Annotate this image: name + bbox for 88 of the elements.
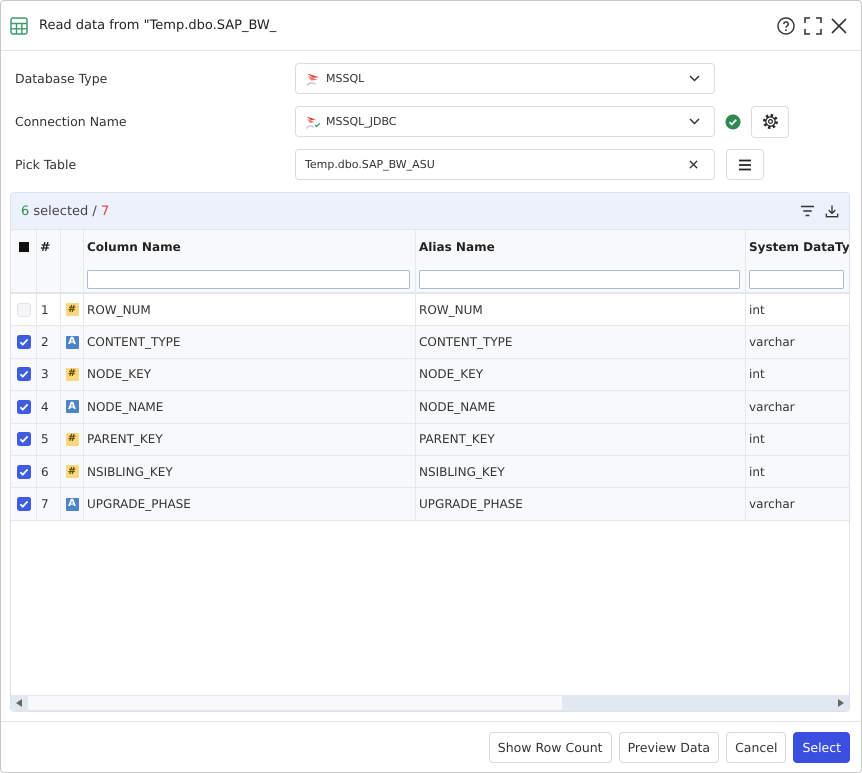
field-label: Database Type: [15, 71, 108, 86]
row-number: 3: [41, 367, 49, 382]
column-header[interactable]: Column Name: [87, 239, 181, 255]
data-type-tag: #: [66, 465, 78, 478]
table-cell: PARENT_KEY: [419, 432, 495, 446]
table-icon: [10, 16, 28, 34]
table-cell: NSIBLING_KEY: [87, 464, 173, 479]
chevron-down-icon: [689, 75, 700, 82]
table-cell: UPGRADE_PHASE: [87, 497, 191, 512]
row-number: 7: [41, 497, 49, 512]
table-cell: int: [749, 432, 765, 446]
table-cell: varchar: [749, 335, 795, 350]
table-cell: varchar: [749, 400, 795, 414]
row-number: 1: [41, 302, 49, 317]
data-type-tag: A: [66, 498, 78, 511]
download-icon[interactable]: [825, 204, 839, 218]
clear-icon[interactable]: [689, 160, 698, 169]
table-cell: int: [749, 464, 765, 479]
table-row[interactable]: 1 # ROW_NUM ROW_NUM int: [11, 294, 849, 326]
settings-button[interactable]: [751, 106, 789, 138]
table-cell: CONTENT_TYPE: [87, 335, 180, 350]
window-title: Read data from "Temp.dbo.SAP_BW_: [39, 18, 276, 33]
database-logo-icon: [305, 114, 321, 130]
table-row[interactable]: 5 # PARENT_KEY PARENT_KEY int: [11, 424, 849, 456]
scrollbar-thumb[interactable]: [28, 696, 562, 710]
data-type-tag: #: [66, 368, 78, 381]
table-cell: ROW_NUM: [87, 302, 151, 317]
row-checkbox[interactable]: [16, 464, 30, 479]
column-header[interactable]: Alias Name: [419, 239, 495, 255]
connection-select[interactable]: MSSQL_JDBC: [295, 106, 715, 137]
database-type-select[interactable]: MSSQL: [295, 63, 715, 94]
row-checkbox[interactable]: [16, 335, 30, 350]
row-number: 2: [41, 335, 49, 350]
table-cell: NSIBLING_KEY: [419, 464, 505, 479]
filter-field[interactable]: [749, 270, 844, 289]
table-cell: ROW_NUM: [419, 302, 483, 317]
row-number: 4: [41, 400, 49, 414]
selection-count: 6 selected / 7: [21, 204, 110, 218]
filter-field[interactable]: [419, 270, 740, 289]
row-checkbox[interactable]: [16, 367, 30, 382]
table-row[interactable]: 3 # NODE_KEY NODE_KEY int: [11, 358, 849, 392]
menu-icon: [738, 158, 752, 170]
scroll-left-icon[interactable]: [16, 699, 22, 707]
table-cell: CONTENT_TYPE: [419, 335, 512, 350]
table-cell: NODE_KEY: [419, 367, 484, 382]
table-row[interactable]: 6 # NSIBLING_KEY NSIBLING_KEY int: [11, 456, 849, 488]
table-cell: PARENT_KEY: [87, 432, 163, 446]
filter-field[interactable]: [87, 270, 410, 289]
database-logo-icon: [305, 70, 321, 86]
close-icon[interactable]: [831, 18, 847, 34]
row-number: 6: [41, 464, 49, 479]
secondary-button[interactable]: Cancel: [726, 732, 786, 762]
row-checkbox[interactable]: [16, 497, 30, 512]
field-label: Pick Table: [15, 157, 78, 172]
data-type-tag: #: [66, 303, 78, 316]
chevron-down-icon: [689, 118, 700, 125]
primary-button[interactable]: Select: [793, 732, 850, 762]
secondary-button[interactable]: Preview Data: [618, 732, 720, 762]
table-cell: UPGRADE_PHASE: [419, 497, 523, 512]
table-cell: NODE_NAME: [419, 400, 496, 414]
data-type-tag: #: [66, 432, 78, 446]
row-checkbox[interactable]: [16, 302, 30, 317]
table-row[interactable]: 4 A NODE_NAME NODE_NAME varchar: [11, 391, 849, 424]
column-header: #: [40, 239, 50, 255]
table-cell: NODE_NAME: [87, 400, 164, 414]
column-header[interactable]: System DataTy: [749, 239, 849, 255]
horizontal-scrollbar[interactable]: [11, 695, 849, 711]
data-type-tag: A: [66, 400, 78, 414]
table-cell: int: [749, 367, 765, 382]
table-row[interactable]: 7 A UPGRADE_PHASE UPGRADE_PHASE varchar: [11, 488, 849, 521]
row-checkbox[interactable]: [16, 432, 30, 446]
scroll-right-icon[interactable]: [838, 699, 844, 707]
data-type-tag: A: [66, 336, 78, 349]
table-cell: int: [749, 302, 765, 317]
table-cell: NODE_KEY: [87, 367, 152, 382]
row-checkbox[interactable]: [16, 400, 30, 414]
settings-icon: [762, 113, 778, 130]
table-field[interactable]: Temp.dbo.SAP_BW_ASU: [295, 149, 715, 180]
row-number: 5: [41, 432, 49, 446]
table-row[interactable]: 2 A CONTENT_TYPE CONTENT_TYPE varchar: [11, 326, 849, 359]
table-cell: varchar: [749, 497, 795, 512]
fullscreen-icon[interactable]: [804, 16, 822, 34]
menu-button[interactable]: [726, 149, 764, 180]
secondary-button[interactable]: Show Row Count: [488, 732, 612, 762]
field-label: Connection Name: [15, 114, 128, 129]
filter-icon[interactable]: [800, 205, 815, 217]
select-all-checkbox[interactable]: [18, 242, 28, 252]
help-icon[interactable]: [777, 16, 795, 34]
